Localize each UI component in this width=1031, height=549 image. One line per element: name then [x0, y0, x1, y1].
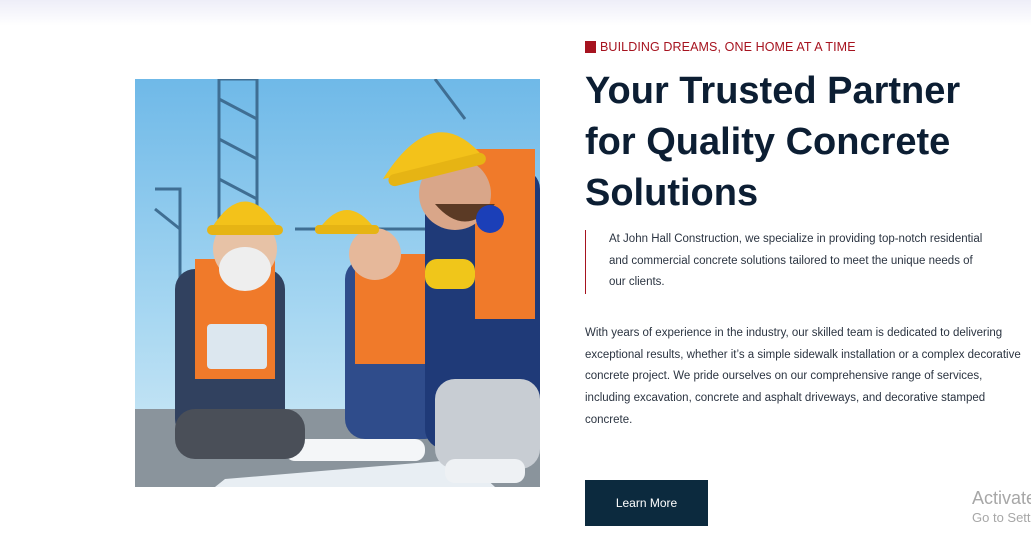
page: BUILDING DREAMS, ONE HOME AT A TIME Your…	[0, 0, 1031, 549]
learn-more-button[interactable]: Learn More	[585, 480, 708, 526]
intro-text: At John Hall Construction, we specialize…	[609, 233, 983, 288]
hero-title: Your Trusted Partner for Quality Concret…	[585, 70, 961, 214]
watermark-subtitle: Go to Settings to activate Windows.	[972, 510, 1031, 525]
tagline-text: BUILDING DREAMS, ONE HOME AT A TIME	[600, 40, 856, 54]
intro-quote: At John Hall Construction, we specialize…	[585, 230, 985, 294]
accent-square-icon	[585, 41, 596, 53]
tagline: BUILDING DREAMS, ONE HOME AT A TIME	[585, 40, 856, 54]
watermark-title: Activate Windows	[972, 488, 1031, 508]
body-paragraph: With years of experience in the industry…	[585, 327, 1021, 426]
hero-photo	[135, 79, 540, 487]
header-fade	[0, 0, 1031, 26]
activate-windows-watermark: Activate Windows Go to Settings to activ…	[972, 487, 1031, 532]
